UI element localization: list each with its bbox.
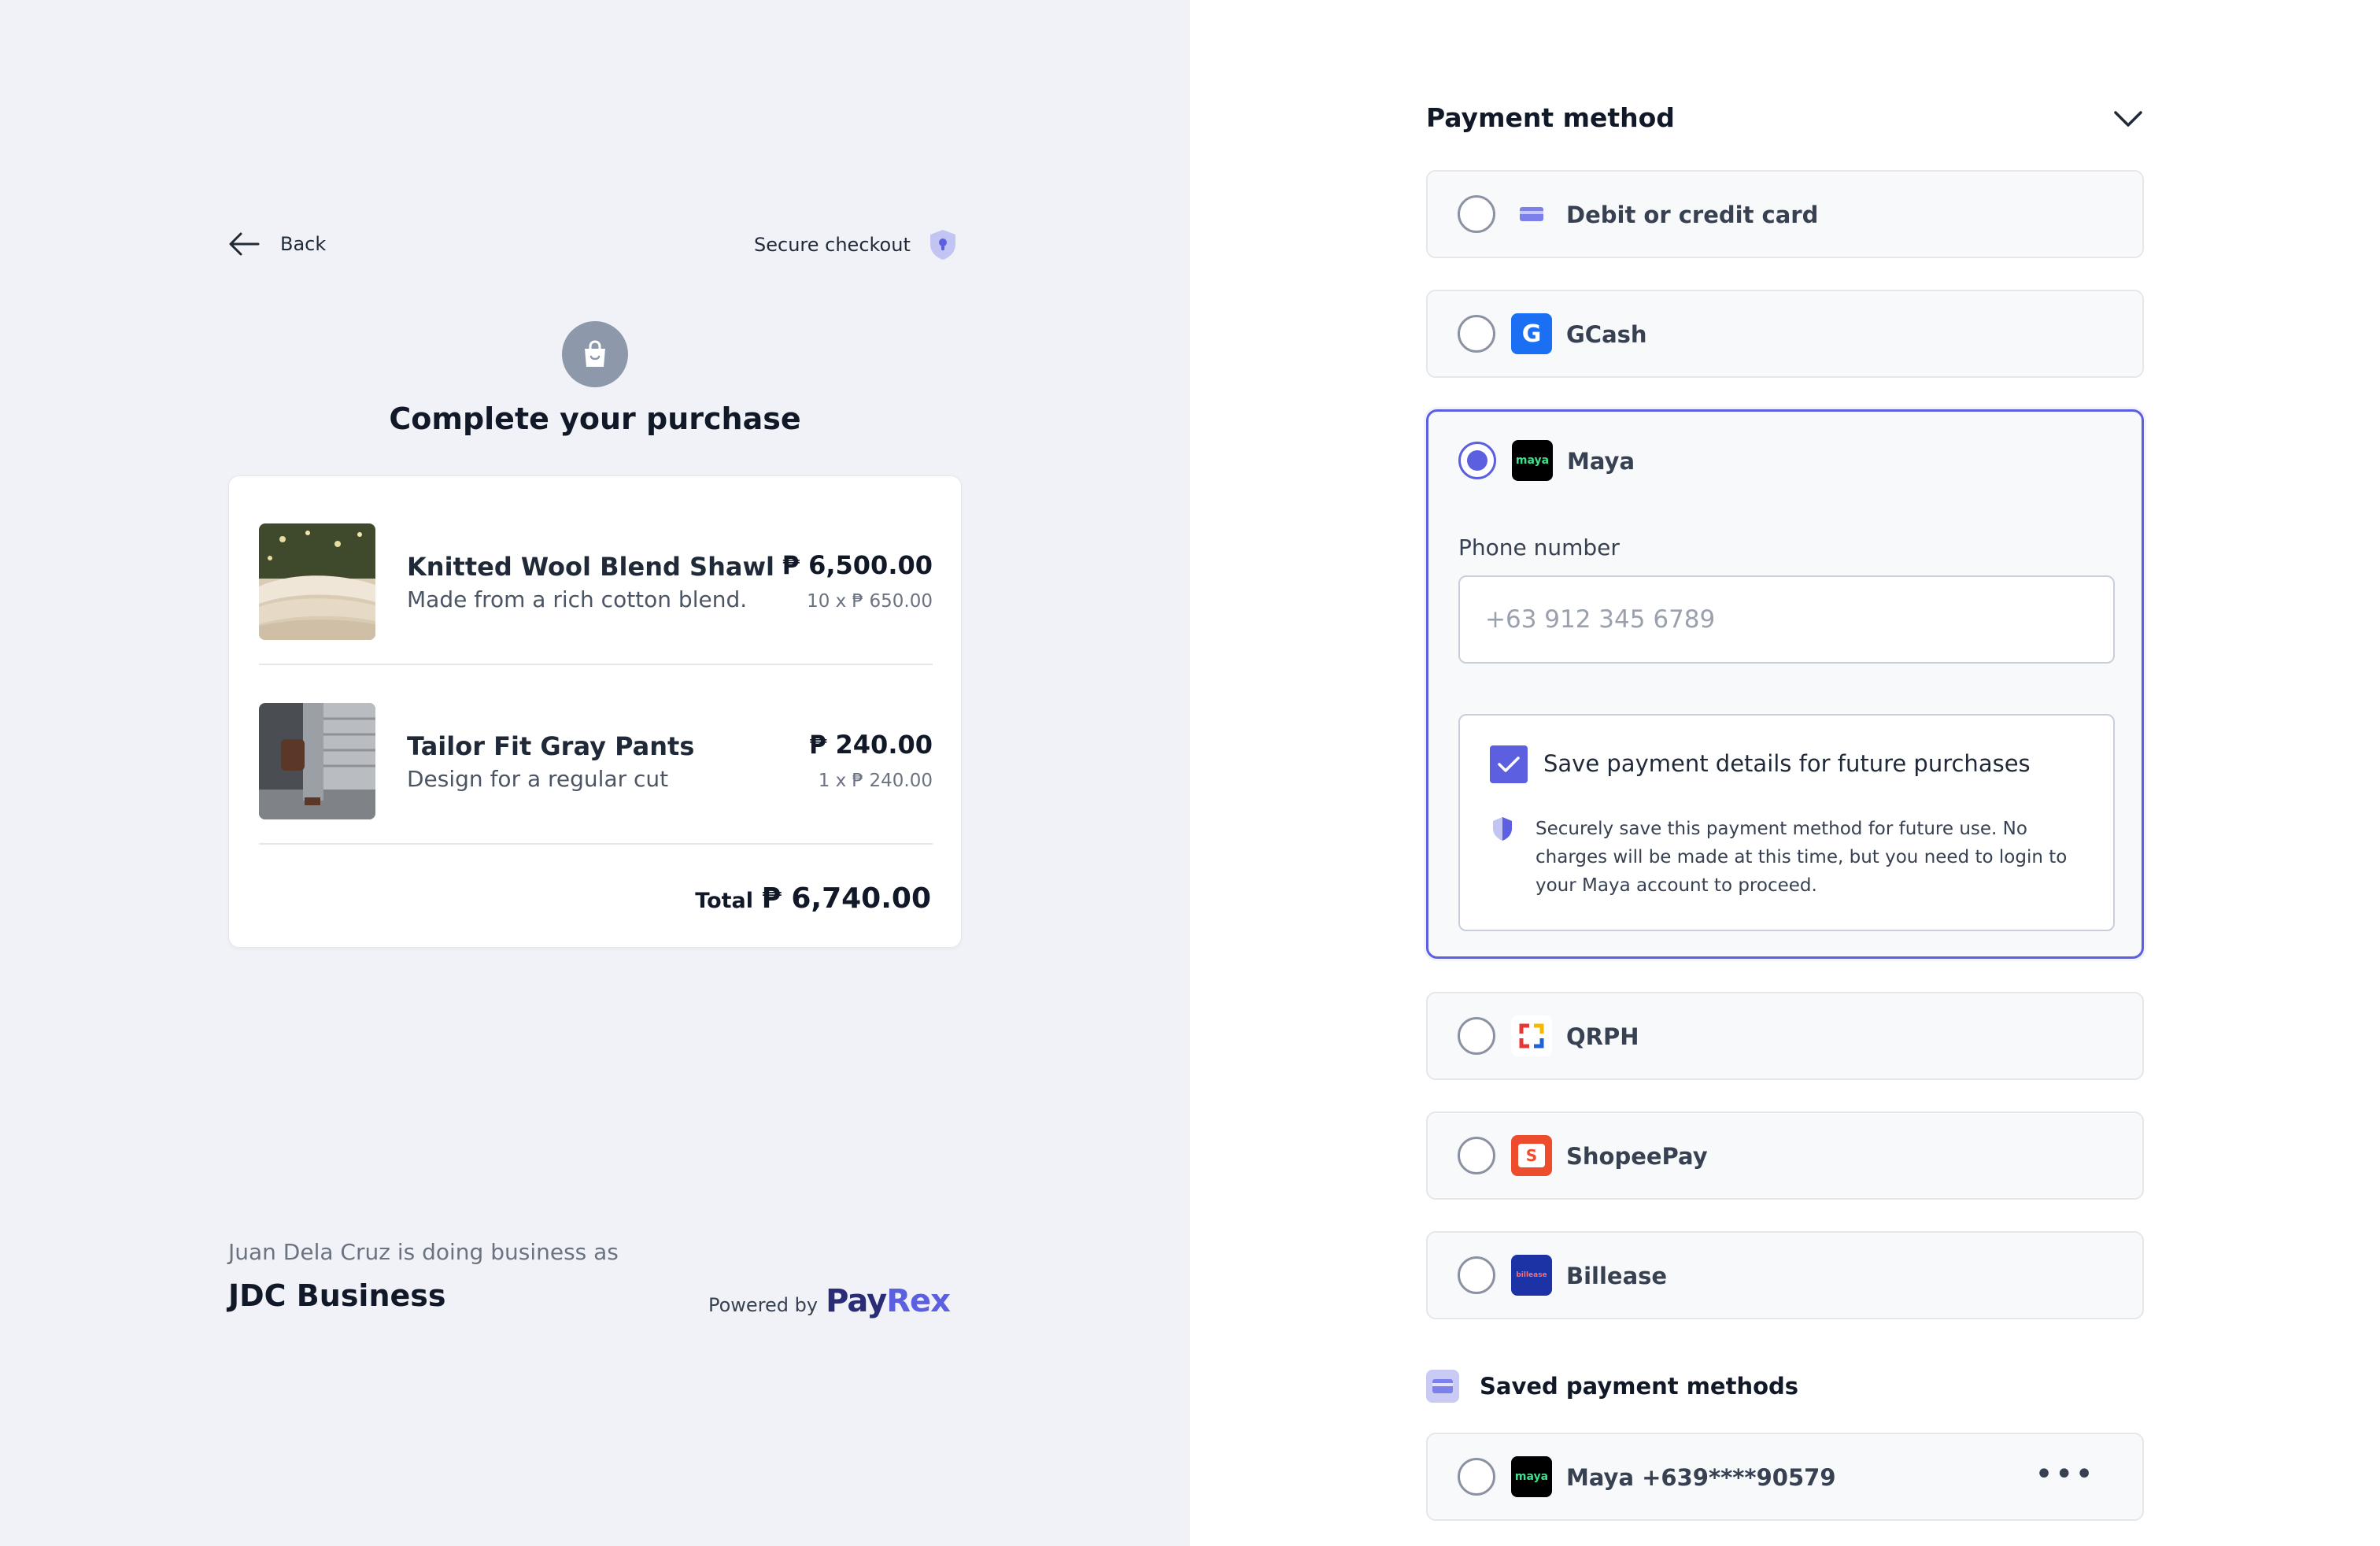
cart-item: Tailor Fit Gray Pants Design for a regul…: [259, 703, 933, 819]
option-label: QRPH: [1566, 1023, 1639, 1050]
payment-option-gcash[interactable]: G GCash: [1426, 290, 2144, 378]
powered-by-label: Powered by: [708, 1294, 819, 1316]
total-label: Total: [695, 889, 753, 913]
cart-item: Knitted Wool Blend Shawl Made from a ric…: [259, 523, 933, 640]
saved-methods-title: Saved payment methods: [1480, 1373, 1799, 1400]
save-details-box: Save payment details for future purchase…: [1458, 714, 2115, 931]
chevron-down-icon[interactable]: [2112, 109, 2144, 129]
more-options-icon[interactable]: •••: [2034, 1459, 2095, 1490]
payment-option-maya[interactable]: maya Maya Phone number Save payment deta…: [1426, 409, 2144, 959]
item-name: Tailor Fit Gray Pants: [407, 731, 695, 761]
cart-card: Knitted Wool Blend Shawl Made from a ric…: [228, 475, 962, 948]
item-name: Knitted Wool Blend Shawl: [407, 552, 774, 582]
credit-card-icon: [1511, 194, 1552, 235]
option-label: ShopeePay: [1566, 1143, 1708, 1170]
qrph-icon: [1511, 1015, 1552, 1056]
back-button[interactable]: Back: [228, 231, 326, 257]
arrow-left-icon: [229, 232, 260, 256]
shopping-bag-icon: [562, 321, 628, 387]
radio-saved-maya[interactable]: [1458, 1458, 1495, 1496]
option-label: Billease: [1566, 1263, 1668, 1289]
product-image-pants: [259, 703, 375, 819]
maya-icon: maya: [1512, 440, 1553, 481]
order-summary-panel: Back Secure checkout Complete your purch…: [0, 0, 1190, 1546]
page-title: Complete your purchase: [389, 401, 801, 436]
payment-panel: Payment method Debit or credit card G GC…: [1190, 0, 2380, 1546]
radio-maya[interactable]: [1458, 442, 1496, 479]
business-name: JDC Business: [228, 1278, 446, 1313]
wallet-icon: [1426, 1370, 1459, 1403]
item-price: ₱ 6,500.00: [782, 550, 933, 580]
business-owner-line: Juan Dela Cruz is doing business as: [228, 1239, 619, 1265]
divider: [259, 664, 933, 665]
payrex-logo[interactable]: PayRex: [826, 1283, 951, 1319]
radio-gcash[interactable]: [1458, 315, 1495, 353]
item-quantity: 1 x ₱ 240.00: [818, 771, 933, 791]
back-label: Back: [280, 233, 327, 255]
payment-method-title: Payment method: [1426, 102, 1675, 133]
saved-method-label: Maya +639****90579: [1566, 1464, 1836, 1491]
phone-number-input[interactable]: [1458, 575, 2115, 664]
item-price: ₱ 240.00: [809, 730, 933, 760]
payment-option-billease[interactable]: billease Billease: [1426, 1231, 2144, 1319]
payment-option-shopeepay[interactable]: S ShopeePay: [1426, 1111, 2144, 1200]
phone-number-label: Phone number: [1458, 534, 1620, 560]
divider: [259, 843, 933, 845]
radio-billease[interactable]: [1458, 1256, 1495, 1294]
saved-methods-header: Saved payment methods: [1426, 1370, 1798, 1403]
item-quantity: 10 x ₱ 650.00: [807, 591, 933, 612]
item-description: Made from a rich cotton blend.: [407, 586, 748, 612]
secure-checkout: Secure checkout: [754, 228, 958, 261]
save-details-label: Save payment details for future purchase…: [1543, 750, 2031, 777]
product-image-shawl: [259, 523, 375, 640]
total-value: ₱ 6,740.00: [761, 882, 931, 915]
save-details-checkbox[interactable]: [1490, 745, 1528, 783]
maya-icon: maya: [1511, 1456, 1552, 1497]
powered-by: Powered by PayRex: [708, 1283, 951, 1319]
radio-card[interactable]: [1458, 195, 1495, 233]
payment-option-card[interactable]: Debit or credit card: [1426, 170, 2144, 258]
item-description: Design for a regular cut: [407, 766, 669, 792]
radio-shopeepay[interactable]: [1458, 1137, 1495, 1174]
radio-qrph[interactable]: [1458, 1017, 1495, 1055]
saved-method-maya[interactable]: maya Maya +639****90579 •••: [1426, 1433, 2144, 1521]
shopeepay-icon: S: [1511, 1135, 1552, 1176]
gcash-icon: G: [1511, 313, 1552, 354]
checkmark-icon: [1498, 756, 1520, 772]
save-details-note: Securely save this payment method for fu…: [1536, 819, 2068, 896]
payment-option-qrph[interactable]: QRPH: [1426, 992, 2144, 1080]
billease-icon: billease: [1511, 1255, 1552, 1296]
shield-icon: [1493, 817, 1512, 841]
secure-checkout-label: Secure checkout: [754, 234, 911, 256]
shield-lock-icon: [929, 230, 955, 260]
option-label: Debit or credit card: [1566, 202, 1819, 228]
option-label: Maya: [1567, 448, 1635, 475]
option-label: GCash: [1566, 321, 1647, 348]
